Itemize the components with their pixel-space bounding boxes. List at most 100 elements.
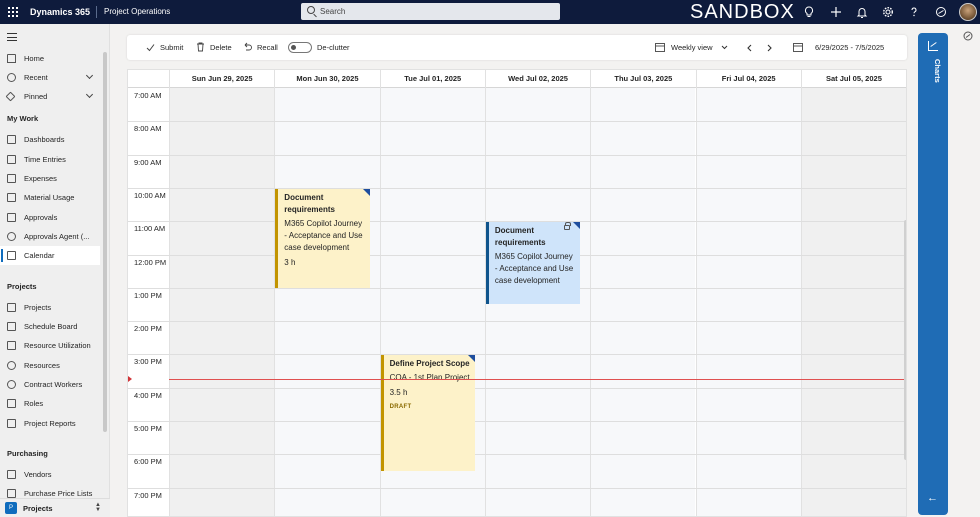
recall-button[interactable]: Recall: [243, 35, 278, 60]
time-label: 6:00 PM: [134, 457, 162, 467]
calendar-icon: [7, 251, 16, 260]
nav-item-approvals-agent[interactable]: Approvals Agent (...: [0, 227, 100, 246]
schedule-board-icon: [7, 322, 16, 331]
calendar-event[interactable]: Document requirements M365 Copilot Journe…: [275, 188, 370, 288]
time-label: 4:00 PM: [134, 390, 162, 400]
nav-item-dashboards[interactable]: Dashboards: [0, 130, 100, 149]
nav-item-resources[interactable]: Resources: [0, 356, 100, 375]
nav-item-project-reports[interactable]: Project Reports: [0, 414, 100, 433]
nav-item-approvals[interactable]: Approvals: [0, 208, 100, 227]
arrow-left-icon[interactable]: ←: [927, 493, 939, 504]
event-hours: 3 h: [284, 257, 296, 267]
brand-name[interactable]: Dynamics 365: [30, 0, 90, 24]
nav-item-label: Calendar: [24, 251, 55, 260]
current-time-marker: [128, 376, 132, 383]
calendar-icon: [793, 43, 803, 52]
time-label: 10:00 AM: [134, 190, 166, 200]
date-range-label: 6/29/2025 - 7/5/2025: [815, 43, 885, 52]
nav-item-pinned[interactable]: Pinned: [0, 87, 100, 106]
nav-section-my-work: My Work: [7, 114, 39, 123]
nav-item-vendors[interactable]: Vendors: [0, 465, 100, 484]
calendar-event[interactable]: Document requirements M365 Copilot Journe…: [485, 222, 581, 305]
day-column[interactable]: [590, 88, 696, 516]
day-header: Mon Jun 30, 2025: [274, 70, 379, 88]
submit-label: Submit: [160, 43, 184, 52]
nav-item-calendar[interactable]: Calendar: [0, 246, 100, 265]
hour-gridline: [128, 387, 906, 389]
nav-item-label: Approvals Agent (...: [24, 232, 90, 241]
user-avatar[interactable]: [959, 3, 977, 21]
chevron-down-icon[interactable]: [85, 71, 94, 80]
hour-gridline: [128, 354, 906, 356]
hour-gridline: [128, 421, 906, 422]
time-label: 1:00 PM: [134, 290, 162, 300]
copilot-icon[interactable]: [934, 5, 948, 19]
nav-item-recent[interactable]: Recent: [0, 68, 100, 87]
nav-section-projects: Projects: [7, 282, 37, 291]
nav-item-material-usage[interactable]: Material Usage: [0, 188, 100, 207]
event-status-badge: DRAFT: [389, 404, 412, 411]
receipt-icon: [7, 174, 16, 183]
next-week-button[interactable]: [766, 35, 776, 60]
previous-week-button[interactable]: [745, 35, 755, 60]
search-box[interactable]: Search: [301, 3, 560, 20]
date-range-picker[interactable]: 6/29/2025 - 7/5/2025: [793, 35, 884, 60]
nav-item-resource-utilization[interactable]: Resource Utilization: [0, 336, 100, 355]
day-column[interactable]: [695, 88, 801, 516]
nav-item-home[interactable]: Home: [0, 49, 100, 68]
nav-scrollbar[interactable]: [103, 52, 107, 432]
day-column[interactable]: [800, 88, 906, 516]
help-icon[interactable]: [907, 5, 921, 19]
view-label: Weekly view: [671, 43, 713, 52]
person-icon: [7, 380, 16, 389]
vendor-icon: [7, 470, 16, 479]
box-icon: [7, 193, 16, 202]
approval-icon: [7, 213, 16, 222]
home-icon: [7, 54, 16, 63]
calendar-scrollbar[interactable]: [904, 220, 906, 460]
view-selector[interactable]: Weekly view: [655, 35, 728, 60]
day-header: Wed Jul 02, 2025: [484, 70, 590, 88]
chevron-down-icon[interactable]: [85, 90, 94, 99]
nav-item-roles[interactable]: Roles: [0, 394, 100, 413]
delete-button[interactable]: Delete: [196, 35, 232, 60]
pin-icon: [5, 91, 16, 102]
nav-item-expenses[interactable]: Expenses: [0, 169, 100, 188]
calendar-event[interactable]: Define Project Scope COA - 1st Plan Proje…: [380, 355, 475, 471]
nav-item-schedule-board[interactable]: Schedule Board: [0, 317, 100, 336]
time-label: 3:00 PM: [134, 357, 162, 367]
declutter-toggle[interactable]: [288, 42, 312, 53]
chevron-left-icon: [747, 44, 752, 52]
nav-item-projects[interactable]: Projects: [0, 298, 100, 317]
nav-item-label: Project Reports: [24, 419, 76, 428]
day-header: Thu Jul 03, 2025: [590, 70, 695, 88]
charts-pane[interactable]: Charts ←: [918, 33, 948, 515]
nav-item-time-entries[interactable]: Time Entries: [0, 150, 100, 169]
plus-icon[interactable]: [829, 5, 843, 19]
day-header: Sun Jun 29, 2025: [169, 70, 274, 88]
day-header: Tue Jul 01, 2025: [379, 70, 485, 88]
day-column[interactable]: [274, 88, 380, 516]
chart-icon: [928, 41, 938, 51]
delete-label: Delete: [210, 43, 232, 52]
app-name[interactable]: Project Operations: [104, 0, 170, 24]
nav-item-label: Expenses: [24, 174, 57, 183]
weekly-calendar: Sun Jun 29, 2025 Mon Jun 30, 2025 Tue Jul …: [127, 69, 907, 517]
gear-icon[interactable]: [881, 5, 895, 19]
event-corner-flag: [573, 222, 581, 230]
copilot-side-icon[interactable]: [962, 30, 974, 42]
area-switcher[interactable]: P Projects ▲ ▼: [0, 498, 110, 517]
nav-item-label: Roles: [24, 399, 44, 408]
hamburger-menu-icon[interactable]: [7, 33, 17, 44]
nav-item-label: Time Entries: [24, 155, 66, 164]
day-column[interactable]: [169, 88, 275, 516]
submit-button[interactable]: Submit: [146, 35, 183, 60]
bell-icon[interactable]: [855, 5, 869, 19]
event-project: M365 Copilot Journey - Acceptance and Us…: [494, 252, 574, 286]
hour-gridline: [128, 121, 906, 123]
event-title: Document requirements: [494, 226, 546, 248]
lightbulb-icon[interactable]: [802, 5, 816, 19]
nav-item-contract-workers[interactable]: Contract Workers: [0, 375, 100, 394]
time-label: 12:00 PM: [134, 257, 167, 267]
app-launcher-icon[interactable]: [6, 5, 20, 19]
